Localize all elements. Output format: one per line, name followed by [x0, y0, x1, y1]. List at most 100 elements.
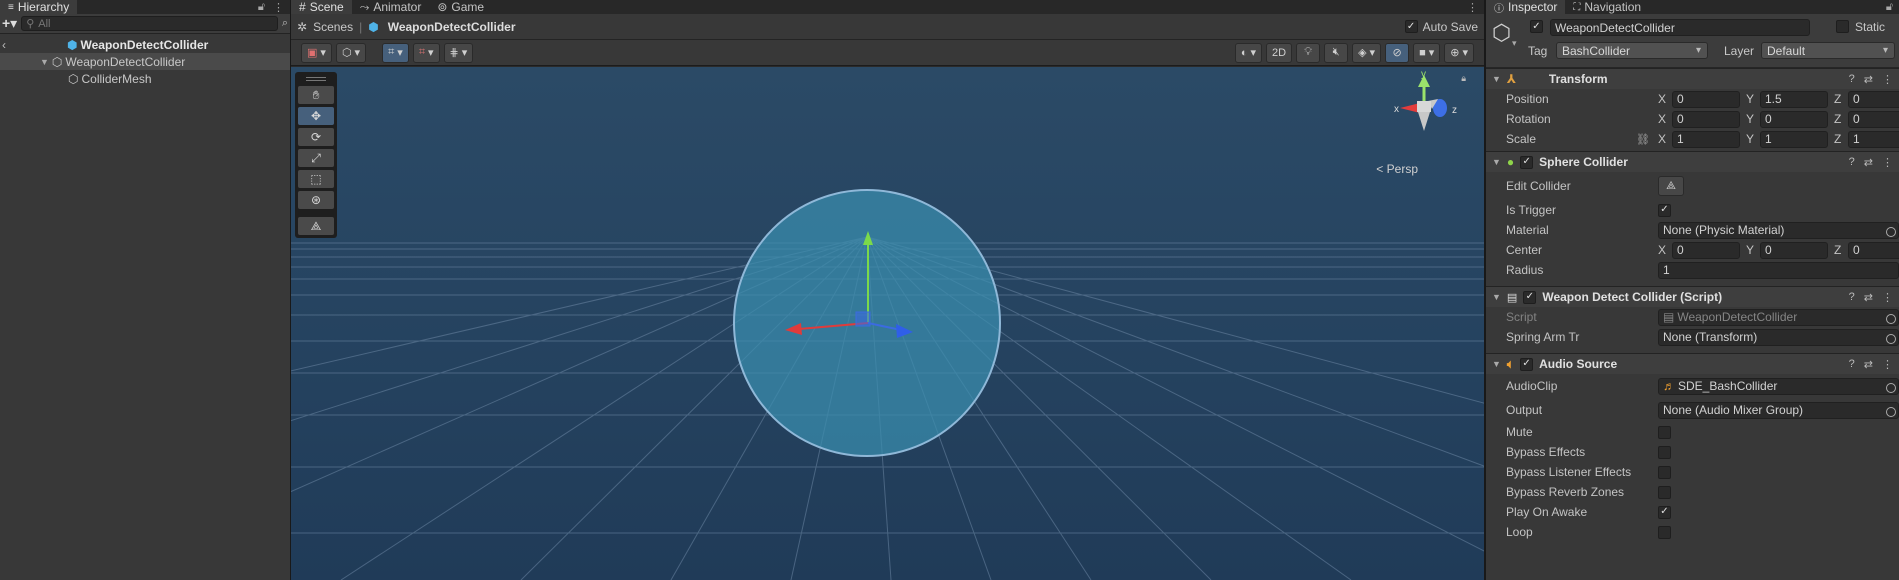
tab-inspector[interactable]: ⓘ Inspector: [1486, 0, 1566, 15]
add-button[interactable]: +▾: [2, 15, 17, 32]
shading-mode-button[interactable]: ◐ ▾: [1234, 42, 1262, 63]
kebab-menu-icon[interactable]: ⋮: [1882, 358, 1893, 371]
static-checkbox[interactable]: [1836, 20, 1849, 33]
rotation-z-field[interactable]: 0: [1848, 110, 1899, 128]
camera-button[interactable]: ■ ▾: [1413, 42, 1441, 63]
scale-tool-button[interactable]: ⤢: [298, 149, 334, 167]
expand-arrow-icon[interactable]: ▼: [40, 57, 49, 67]
gizmo-cube-button[interactable]: ⬡ ▾: [335, 42, 367, 63]
grid-visibility-button[interactable]: ⋕ ▾: [443, 42, 474, 63]
search-options-icon[interactable]: ⌕: [282, 17, 288, 30]
position-z-field[interactable]: 0: [1848, 90, 1899, 108]
center-y-field[interactable]: 0: [1760, 241, 1828, 259]
audioclip-field[interactable]: ♬ SDE_BashCollider: [1658, 377, 1899, 395]
rotation-x-field[interactable]: 0: [1672, 110, 1740, 128]
loop-checkbox[interactable]: [1658, 525, 1671, 539]
kebab-menu-icon[interactable]: ⋮: [1882, 73, 1893, 86]
autosave-checkbox[interactable]: ✓: [1404, 20, 1418, 33]
gizmos-button[interactable]: ⊕ ▾: [1444, 42, 1474, 63]
tab-hierarchy[interactable]: ≡ Hierarchy: [0, 0, 78, 14]
back-arrow-icon[interactable]: ‹: [2, 38, 6, 52]
sphere-collider-header[interactable]: ▼ ● ✓ Sphere Collider ? ⇄ ⋮: [1486, 151, 1899, 172]
projection-toggle[interactable]: < Persp: [1376, 162, 1418, 176]
lock-icon[interactable]: 🔓︎: [258, 1, 265, 14]
material-field[interactable]: None (Physic Material): [1658, 221, 1899, 239]
scale-x-field[interactable]: 1: [1672, 130, 1740, 148]
audio-source-header[interactable]: ▼ 🔈︎ ✓ Audio Source ? ⇄ ⋮: [1486, 353, 1899, 374]
transform-header[interactable]: ▼ ⅄ Transform ? ⇄ ⋮: [1486, 68, 1899, 89]
tool-palette-handle[interactable]: [306, 77, 326, 81]
center-x-field[interactable]: 0: [1672, 241, 1740, 259]
sphere-collider-enabled-checkbox[interactable]: ✓: [1520, 155, 1534, 169]
orientation-gizmo[interactable]: y x z: [1372, 71, 1462, 141]
active-checkbox[interactable]: ✓: [1530, 20, 1543, 33]
tab-animator[interactable]: ⤳ Animator: [352, 0, 430, 14]
kebab-menu-icon[interactable]: ⋮: [1882, 156, 1893, 169]
effects-button[interactable]: ◈ ▾: [1352, 42, 1382, 63]
mute-checkbox[interactable]: [1658, 425, 1671, 439]
object-name-input[interactable]: WeaponDetectCollider: [1550, 19, 1810, 36]
breadcrumb-prefab[interactable]: WeaponDetectCollider: [388, 20, 516, 34]
constrain-link-icon[interactable]: ⛓︎: [1636, 133, 1650, 146]
move-tool-button[interactable]: ✥: [298, 107, 334, 125]
autosave-toggle[interactable]: ✓ Auto Save: [1404, 20, 1478, 34]
scale-y-field[interactable]: 1: [1760, 130, 1828, 148]
is-trigger-checkbox[interactable]: ✓: [1658, 203, 1671, 217]
bypass-effects-checkbox[interactable]: [1658, 445, 1671, 459]
kebab-menu-icon[interactable]: ⋮: [1882, 291, 1893, 304]
hierarchy-root-row[interactable]: ⬢ WeaponDetectCollider ‹: [0, 36, 290, 53]
kebab-menu-icon[interactable]: ⋮: [273, 1, 284, 14]
gizmo-lock-icon[interactable]: 🔒︎: [1461, 73, 1466, 84]
center-z-field[interactable]: 0: [1848, 241, 1899, 259]
hierarchy-item[interactable]: ⬡ ColliderMesh: [0, 70, 290, 87]
scale-z-field[interactable]: 1: [1848, 130, 1899, 148]
lock-icon[interactable]: 🔓︎: [1886, 1, 1893, 14]
radius-field[interactable]: 1: [1658, 261, 1899, 279]
play-on-awake-checkbox[interactable]: ✓: [1658, 505, 1671, 519]
spring-arm-field[interactable]: None (Transform): [1658, 328, 1899, 346]
scene-viewport[interactable]: ✋︎ ✥ ⟳ ⤢ ⬚ ⊛ ⟁ y x z 🔒︎ < Persp: [291, 67, 1484, 580]
lighting-toggle-button[interactable]: 💡︎: [1296, 42, 1321, 63]
bypass-listener-checkbox[interactable]: [1658, 465, 1671, 479]
audio-toggle-button[interactable]: 🔇︎: [1324, 42, 1349, 63]
hierarchy-item[interactable]: ▼ ⬡ WeaponDetectCollider: [0, 53, 290, 70]
transform-tool-button[interactable]: ⊛: [298, 191, 334, 209]
presets-icon[interactable]: ⇄: [1864, 358, 1873, 371]
grid-snap-button[interactable]: ⌗ ▾: [382, 42, 409, 63]
foldout-arrow-icon[interactable]: ▼: [1492, 292, 1501, 302]
help-icon[interactable]: ?: [1849, 291, 1855, 304]
rotation-y-field[interactable]: 0: [1760, 110, 1828, 128]
position-x-field[interactable]: 0: [1672, 90, 1740, 108]
tag-dropdown[interactable]: BashCollider: [1556, 42, 1708, 59]
tab-game[interactable]: ⊚ Game: [429, 0, 492, 14]
2d-toggle-button[interactable]: 2D: [1266, 42, 1293, 63]
scene-visibility-button[interactable]: ⊘: [1385, 42, 1410, 63]
tab-navigation[interactable]: ⛶ Navigation: [1565, 0, 1649, 14]
kebab-menu-icon[interactable]: ⋮: [1467, 1, 1478, 14]
breadcrumb-scenes[interactable]: Scenes: [313, 20, 353, 34]
hierarchy-search-input[interactable]: ⚲ All: [21, 16, 278, 31]
draw-mode-button[interactable]: ▣ ▾: [301, 42, 332, 63]
hand-tool-button[interactable]: ✋︎: [298, 86, 334, 104]
output-field[interactable]: None (Audio Mixer Group): [1658, 401, 1899, 419]
edit-collider-tool-button[interactable]: ⟁: [298, 217, 334, 235]
bypass-reverb-checkbox[interactable]: [1658, 485, 1671, 499]
foldout-arrow-icon[interactable]: ▼: [1492, 157, 1501, 167]
help-icon[interactable]: ?: [1849, 156, 1855, 169]
script-header[interactable]: ▼ ▤ ✓ Weapon Detect Collider (Script) ? ⇄…: [1486, 286, 1899, 307]
presets-icon[interactable]: ⇄: [1864, 156, 1873, 169]
help-icon[interactable]: ?: [1849, 358, 1855, 371]
snap-increment-button[interactable]: ⌗ ▾: [412, 42, 440, 63]
audio-source-enabled-checkbox[interactable]: ✓: [1520, 357, 1534, 371]
presets-icon[interactable]: ⇄: [1864, 291, 1873, 304]
position-y-field[interactable]: 1.5: [1760, 90, 1828, 108]
presets-icon[interactable]: ⇄: [1864, 73, 1873, 86]
edit-collider-button[interactable]: ⟁: [1658, 176, 1684, 196]
rotate-tool-button[interactable]: ⟳: [298, 128, 334, 146]
tab-scene[interactable]: # Scene: [291, 0, 352, 14]
foldout-arrow-icon[interactable]: ▼: [1492, 74, 1501, 84]
script-enabled-checkbox[interactable]: ✓: [1523, 290, 1537, 304]
chevron-down-icon[interactable]: ▾: [1512, 38, 1517, 49]
foldout-arrow-icon[interactable]: ▼: [1492, 359, 1501, 369]
rect-tool-button[interactable]: ⬚: [298, 170, 334, 188]
